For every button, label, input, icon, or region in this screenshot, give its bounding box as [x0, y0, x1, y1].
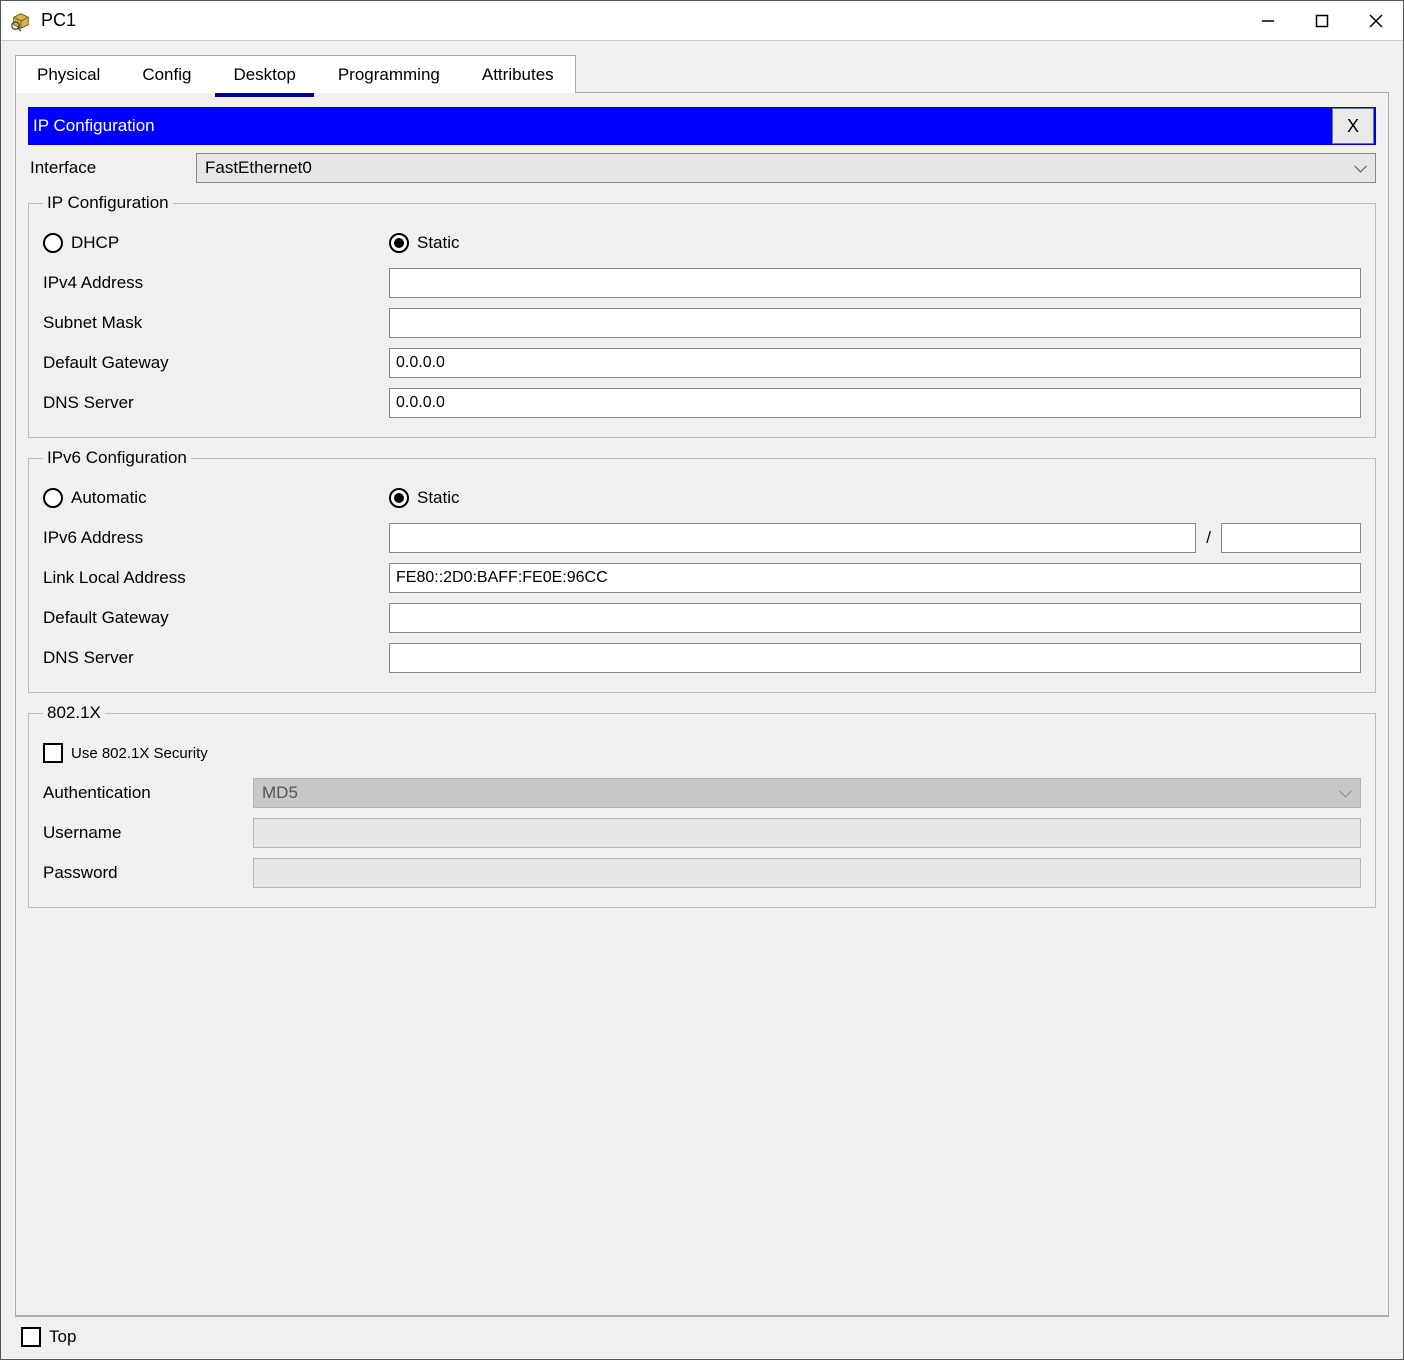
- interface-select[interactable]: FastEthernet0: [196, 153, 1376, 183]
- window: PC1 Physical Config Desktop Programming …: [0, 0, 1404, 1360]
- dot1x-legend: 802.1X: [43, 703, 105, 723]
- tabs: Physical Config Desktop Programming Attr…: [15, 55, 1389, 93]
- ipv6-gateway-input[interactable]: [389, 603, 1361, 633]
- ipv6-gateway-row: Default Gateway: [43, 598, 1361, 638]
- tab-physical[interactable]: Physical: [16, 56, 121, 93]
- ipv6-address-row: IPv6 Address /: [43, 518, 1361, 558]
- minimize-button[interactable]: [1241, 1, 1295, 41]
- ipv6-dns-label: DNS Server: [43, 648, 389, 668]
- ip-mode-row: DHCP Static: [43, 223, 1361, 263]
- ipv6-dns-input[interactable]: [389, 643, 1361, 673]
- ipv6-prefix-slash: /: [1206, 528, 1211, 548]
- tab-config[interactable]: Config: [121, 56, 212, 93]
- link-local-row: Link Local Address FE80::2D0:BAFF:FE0E:9…: [43, 558, 1361, 598]
- ipv6-configuration-group: IPv6 Configuration Automatic Static IPv6…: [28, 448, 1376, 693]
- static-radio-label: Static: [417, 233, 460, 253]
- ipv6-prefix-input[interactable]: [1221, 523, 1361, 553]
- ipv4-address-label: IPv4 Address: [43, 273, 389, 293]
- ipv6-static-radio-label: Static: [417, 488, 460, 508]
- radio-icon: [389, 233, 409, 253]
- authentication-row: Authentication MD5: [43, 773, 1361, 813]
- ip-configuration-group: IP Configuration DHCP Static IPv4 Addres…: [28, 193, 1376, 438]
- dns-server-label: DNS Server: [43, 393, 389, 413]
- ipv6-static-radio[interactable]: Static: [389, 488, 460, 508]
- ipv6-mode-row: Automatic Static: [43, 478, 1361, 518]
- interface-row: Interface FastEthernet0: [28, 153, 1376, 183]
- subnet-mask-label: Subnet Mask: [43, 313, 389, 333]
- link-local-input[interactable]: FE80::2D0:BAFF:FE0E:96CC: [389, 563, 1361, 593]
- subnet-mask-row: Subnet Mask: [43, 303, 1361, 343]
- dhcp-radio[interactable]: DHCP: [43, 233, 389, 253]
- automatic-radio-label: Automatic: [71, 488, 147, 508]
- interface-label: Interface: [28, 158, 196, 178]
- radio-icon: [389, 488, 409, 508]
- ipv6-dns-row: DNS Server: [43, 638, 1361, 678]
- password-row: Password: [43, 853, 1361, 893]
- authentication-label: Authentication: [43, 783, 253, 803]
- password-label: Password: [43, 863, 253, 883]
- tab-desktop[interactable]: Desktop: [212, 56, 316, 93]
- maximize-button[interactable]: [1295, 1, 1349, 41]
- interface-value: FastEthernet0: [205, 158, 312, 178]
- radio-icon: [43, 488, 63, 508]
- ipv6-configuration-legend: IPv6 Configuration: [43, 448, 191, 468]
- app-header: IP Configuration X: [28, 107, 1376, 145]
- app-title: IP Configuration: [33, 116, 1331, 136]
- top-label: Top: [49, 1327, 76, 1347]
- ipv4-address-input[interactable]: [389, 268, 1361, 298]
- password-input: [253, 858, 1361, 888]
- desktop-panel: IP Configuration X Interface FastEtherne…: [15, 92, 1389, 1316]
- username-label: Username: [43, 823, 253, 843]
- top-checkbox[interactable]: Top: [21, 1327, 76, 1347]
- checkbox-icon: [21, 1327, 41, 1347]
- subnet-mask-input[interactable]: [389, 308, 1361, 338]
- username-input: [253, 818, 1361, 848]
- ipv4-address-row: IPv4 Address: [43, 263, 1361, 303]
- authentication-select: MD5: [253, 778, 1361, 808]
- dhcp-radio-label: DHCP: [71, 233, 119, 253]
- ip-configuration-legend: IP Configuration: [43, 193, 173, 213]
- ipv6-address-input[interactable]: [389, 523, 1196, 553]
- dns-server-input[interactable]: 0.0.0.0: [389, 388, 1361, 418]
- footer: Top: [15, 1316, 1389, 1353]
- link-local-label: Link Local Address: [43, 568, 389, 588]
- ipv6-gateway-label: Default Gateway: [43, 608, 389, 628]
- checkbox-icon: [43, 743, 63, 763]
- default-gateway-label: Default Gateway: [43, 353, 389, 373]
- username-row: Username: [43, 813, 1361, 853]
- app-icon: [9, 9, 33, 33]
- default-gateway-row: Default Gateway 0.0.0.0: [43, 343, 1361, 383]
- dot1x-group: 802.1X Use 802.1X Security Authenticatio…: [28, 703, 1376, 908]
- tab-programming[interactable]: Programming: [317, 56, 461, 93]
- tab-attributes[interactable]: Attributes: [461, 56, 575, 93]
- client-area: Physical Config Desktop Programming Attr…: [1, 41, 1403, 1359]
- static-radio[interactable]: Static: [389, 233, 460, 253]
- app-close-button[interactable]: X: [1332, 108, 1374, 144]
- default-gateway-input[interactable]: 0.0.0.0: [389, 348, 1361, 378]
- ipv6-address-label: IPv6 Address: [43, 528, 389, 548]
- titlebar: PC1: [1, 1, 1403, 41]
- radio-icon: [43, 233, 63, 253]
- authentication-value: MD5: [262, 783, 298, 803]
- automatic-radio[interactable]: Automatic: [43, 488, 389, 508]
- use-8021x-label: Use 802.1X Security: [71, 745, 208, 762]
- dns-server-row: DNS Server 0.0.0.0: [43, 383, 1361, 423]
- window-title: PC1: [41, 10, 1241, 31]
- use-8021x-row: Use 802.1X Security: [43, 733, 1361, 773]
- close-button[interactable]: [1349, 1, 1403, 41]
- use-8021x-checkbox[interactable]: Use 802.1X Security: [43, 743, 208, 763]
